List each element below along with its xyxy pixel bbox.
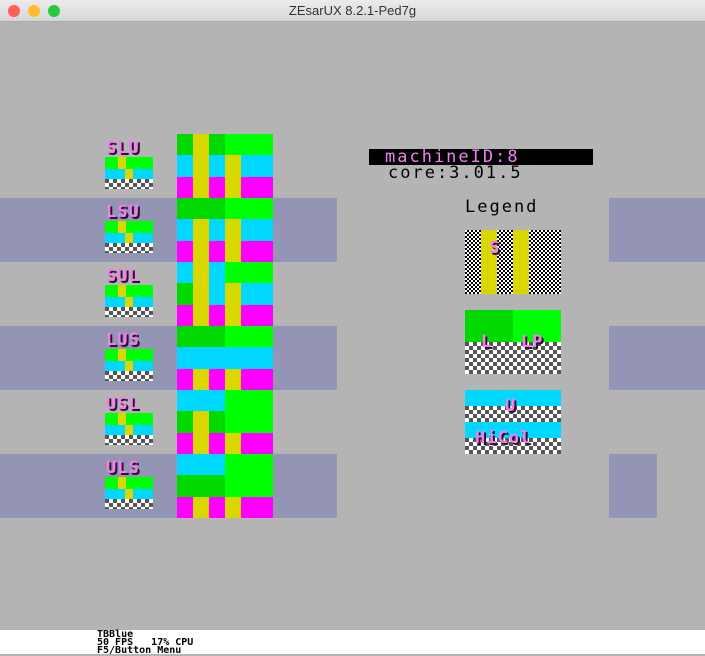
layer-order-icon bbox=[105, 221, 153, 253]
close-button[interactable] bbox=[8, 5, 20, 17]
window-title: ZEsarUX 8.2.1-Ped7g bbox=[288, 3, 417, 18]
border-band bbox=[0, 454, 337, 518]
legend-title: Legend bbox=[465, 197, 539, 217]
fps-cpu: 50 FPS 17% CPU bbox=[97, 637, 194, 648]
border-band bbox=[0, 326, 337, 390]
border-band bbox=[609, 454, 657, 518]
layer-test-block bbox=[177, 390, 273, 454]
layer-order-icon bbox=[105, 477, 153, 509]
legend-layer2: L LP bbox=[465, 310, 561, 374]
layer-order-label: LUS bbox=[106, 330, 140, 350]
layer-test-block bbox=[177, 134, 273, 198]
layer-test-block bbox=[177, 326, 273, 390]
border-band bbox=[0, 198, 337, 262]
minimize-button[interactable] bbox=[28, 5, 40, 17]
layer-test-block bbox=[177, 262, 273, 326]
layer-order-icon bbox=[105, 413, 153, 445]
layer-order-icon bbox=[105, 349, 153, 381]
zoom-button[interactable] bbox=[48, 5, 60, 17]
layer-order-label: USL bbox=[106, 394, 140, 414]
legend-ula: U HiCol bbox=[465, 390, 561, 454]
title-bar: ZEsarUX 8.2.1-Ped7g bbox=[0, 0, 705, 22]
core-version: core:3.01.5 bbox=[388, 163, 523, 183]
layer-order-label: SLU bbox=[106, 138, 140, 158]
layer-order-label: SUL bbox=[106, 266, 140, 286]
layer-test-block bbox=[177, 198, 273, 262]
layer-order-label: LSU bbox=[106, 202, 140, 222]
border-band bbox=[609, 326, 705, 390]
border-band bbox=[609, 198, 705, 262]
layer-order-label: ULS bbox=[106, 458, 140, 478]
layer-test-block bbox=[177, 454, 273, 518]
emulator-screen[interactable]: machineID:8 core:3.01.5 Legend S L LP U … bbox=[0, 23, 705, 630]
status-bar: TBBlue 50 FPS 17% CPU F5/Button Menu bbox=[0, 630, 705, 656]
layer-order-icon bbox=[105, 285, 153, 317]
layer-order-icon bbox=[105, 157, 153, 189]
legend-sprites: S bbox=[465, 230, 561, 294]
